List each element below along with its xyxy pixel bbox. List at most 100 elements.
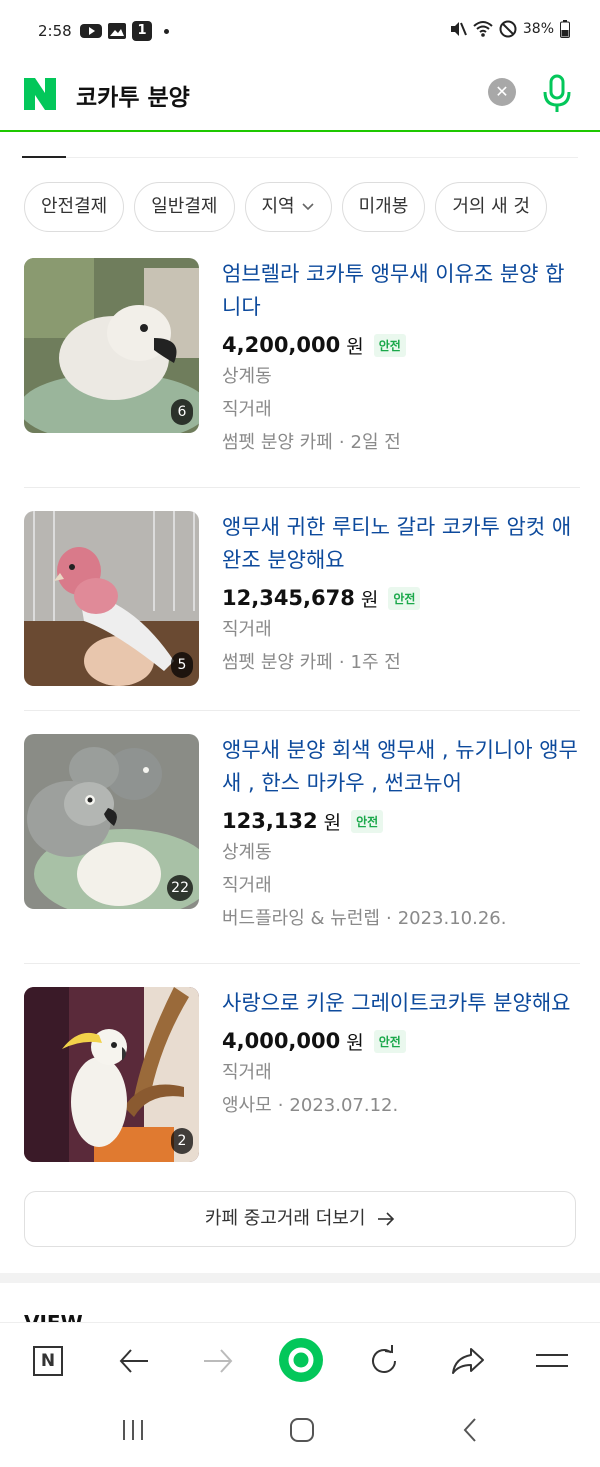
listing-thumbnail[interactable]: 22 [24, 734, 199, 909]
listing-info: 앵무새 귀한 루티노 갈라 코카투 암컷 애완조 분양해요 12,345,678… [222, 511, 580, 679]
filter-chip-like-new[interactable]: 거의 새 것 [435, 182, 547, 232]
system-back-icon[interactable] [460, 1416, 480, 1444]
clear-search-button[interactable]: ✕ [488, 78, 516, 106]
browser-toolbar: N [0, 1322, 600, 1401]
listing-source[interactable]: 버드플라잉 & 뉴런렙 [222, 908, 380, 929]
system-navigation-bar [0, 1400, 600, 1467]
arrow-right-icon [378, 1212, 395, 1226]
listing-source[interactable]: 썸펫 분양 카페 [222, 652, 333, 673]
currency-unit: 원 [323, 811, 342, 834]
listing-source-line: 앵사모 · 2023.07.12. [222, 1095, 399, 1116]
more-cafe-trades-button[interactable]: 카페 중고거래 더보기 [24, 1191, 576, 1247]
listing-thumbnail[interactable]: 6 [24, 258, 199, 433]
more-notifications-dot [164, 29, 169, 34]
view-section-heading: VIEW [24, 1310, 83, 1322]
list-divider [24, 487, 580, 488]
home-button[interactable]: N [30, 1343, 66, 1379]
listing-location: 상계동 [222, 842, 272, 863]
status-bar: 2:58 1 38% [0, 0, 600, 62]
naver-logo-icon[interactable] [22, 76, 58, 112]
listing-trade-type: 직거래 [222, 619, 272, 640]
listing-location: 상계동 [222, 366, 272, 387]
currency-unit: 원 [346, 335, 364, 358]
listing-title[interactable]: 앵무새 분양 회색 앵무새 , 뉴기니아 앵무새 , 한스 마카우 , 썬코뉴어 [222, 734, 580, 800]
price-row: 4,000,000 원 안전 [222, 1026, 580, 1056]
search-bar: 코카투 분양 ✕ [0, 62, 600, 132]
listing-source-line: 썸펫 분양 카페 · 2일 전 [222, 432, 401, 453]
menu-button[interactable] [534, 1343, 570, 1379]
listing-date: 2일 전 [350, 432, 401, 453]
safe-payment-badge: 안전 [351, 809, 384, 833]
price-row: 4,200,000 원 안전 [222, 330, 580, 360]
listing-item[interactable]: 6 엄브렐라 코카투 앵무새 이유조 분양 합니다 4,200,000 원 안전… [24, 258, 580, 453]
listing-thumbnail[interactable]: 5 [24, 511, 199, 686]
chevron-down-icon [302, 203, 314, 211]
refresh-button[interactable] [366, 1343, 402, 1379]
listing-title[interactable]: 앵무새 귀한 루티노 갈라 코카투 암컷 애완조 분양해요 [222, 511, 580, 577]
filter-chip-region[interactable]: 지역 [244, 182, 332, 232]
safe-payment-badge: 안전 [388, 586, 421, 610]
filter-chip-safe-pay[interactable]: 안전결제 [24, 182, 125, 232]
listing-source[interactable]: 썸펫 분양 카페 [222, 432, 333, 453]
listing-source-line: 버드플라잉 & 뉴런렙 · 2023.10.26. [222, 908, 507, 929]
photo-count-badge: 22 [167, 875, 193, 901]
currency-unit: 원 [346, 1031, 364, 1054]
green-dot-button[interactable] [278, 1337, 324, 1383]
listing-price: 4,200,000 [222, 333, 341, 357]
hamburger-menu-icon [536, 1354, 568, 1367]
listing-info: 엄브렐라 코카투 앵무새 이유조 분양 합니다 4,200,000 원 안전 상… [222, 258, 580, 459]
listing-trade-type: 직거래 [222, 1062, 272, 1083]
green-dot-icon [279, 1338, 323, 1382]
listing-source-line: 썸펫 분양 카페 · 1주 전 [222, 652, 401, 673]
share-button[interactable] [450, 1343, 486, 1379]
safe-payment-badge: 안전 [373, 1029, 406, 1053]
listing-title[interactable]: 엄브렐라 코카투 앵무새 이유조 분양 합니다 [222, 258, 580, 324]
tab-indicator [22, 156, 66, 158]
recent-apps-icon[interactable] [120, 1416, 146, 1444]
listing-item[interactable]: 2 사랑으로 키운 그레이트코카투 분양해요 4,000,000 원 안전 직거… [24, 987, 580, 1162]
wifi-icon [473, 21, 493, 37]
naver-home-icon: N [33, 1346, 63, 1376]
photo-count-badge: 2 [171, 1128, 193, 1154]
back-button[interactable] [116, 1343, 152, 1379]
mute-icon [450, 22, 467, 36]
share-icon [452, 1348, 484, 1374]
arrow-right-icon [204, 1349, 233, 1373]
listing-price: 12,345,678 [222, 586, 355, 610]
listing-info: 사랑으로 키운 그레이트코카투 분양해요 4,000,000 원 안전 직거래 … [222, 987, 580, 1122]
search-query[interactable]: 코카투 분양 [76, 78, 190, 112]
voice-search-icon[interactable] [540, 74, 574, 114]
price-row: 12,345,678 원 안전 [222, 583, 580, 613]
listing-source[interactable]: 앵사모 [222, 1095, 272, 1116]
youtube-icon [80, 24, 102, 38]
photo-count-badge: 6 [171, 399, 193, 425]
home-icon[interactable] [288, 1416, 316, 1444]
listing-price: 123,132 [222, 809, 318, 833]
battery-icon [560, 20, 570, 38]
do-not-disturb-icon [499, 20, 517, 38]
section-divider [22, 157, 578, 158]
listing-title[interactable]: 사랑으로 키운 그레이트코카투 분양해요 [222, 987, 580, 1020]
price-row: 123,132 원 안전 [222, 806, 580, 836]
currency-unit: 원 [360, 588, 379, 611]
photo-count-badge: 5 [171, 652, 193, 678]
listing-date: 2023.10.26. [397, 908, 507, 929]
listing-item[interactable]: 22 앵무새 분양 회색 앵무새 , 뉴기니아 앵무새 , 한스 마카우 , 썬… [24, 734, 580, 929]
listing-item[interactable]: 5 앵무새 귀한 루티노 갈라 코카투 암컷 애완조 분양해요 12,345,6… [24, 511, 580, 686]
refresh-icon [372, 1345, 396, 1373]
listing-thumbnail[interactable]: 2 [24, 987, 199, 1162]
notification-badge: 1 [132, 21, 152, 41]
filter-chip-normal-pay[interactable]: 일반결제 [134, 182, 235, 232]
forward-button[interactable] [200, 1343, 236, 1379]
section-separator [0, 1273, 600, 1283]
listing-price: 4,000,000 [222, 1029, 341, 1053]
arrow-left-icon [119, 1349, 148, 1373]
list-divider [24, 710, 580, 711]
battery-percent: 38% [522, 21, 554, 37]
filter-chip-unopened[interactable]: 미개봉 [341, 182, 426, 232]
listing-trade-type: 직거래 [222, 399, 272, 420]
listing-trade-type: 직거래 [222, 875, 272, 896]
listing-date: 2023.07.12. [289, 1095, 399, 1116]
list-divider [24, 963, 580, 964]
listing-info: 앵무새 분양 회색 앵무새 , 뉴기니아 앵무새 , 한스 마카우 , 썬코뉴어… [222, 734, 580, 935]
